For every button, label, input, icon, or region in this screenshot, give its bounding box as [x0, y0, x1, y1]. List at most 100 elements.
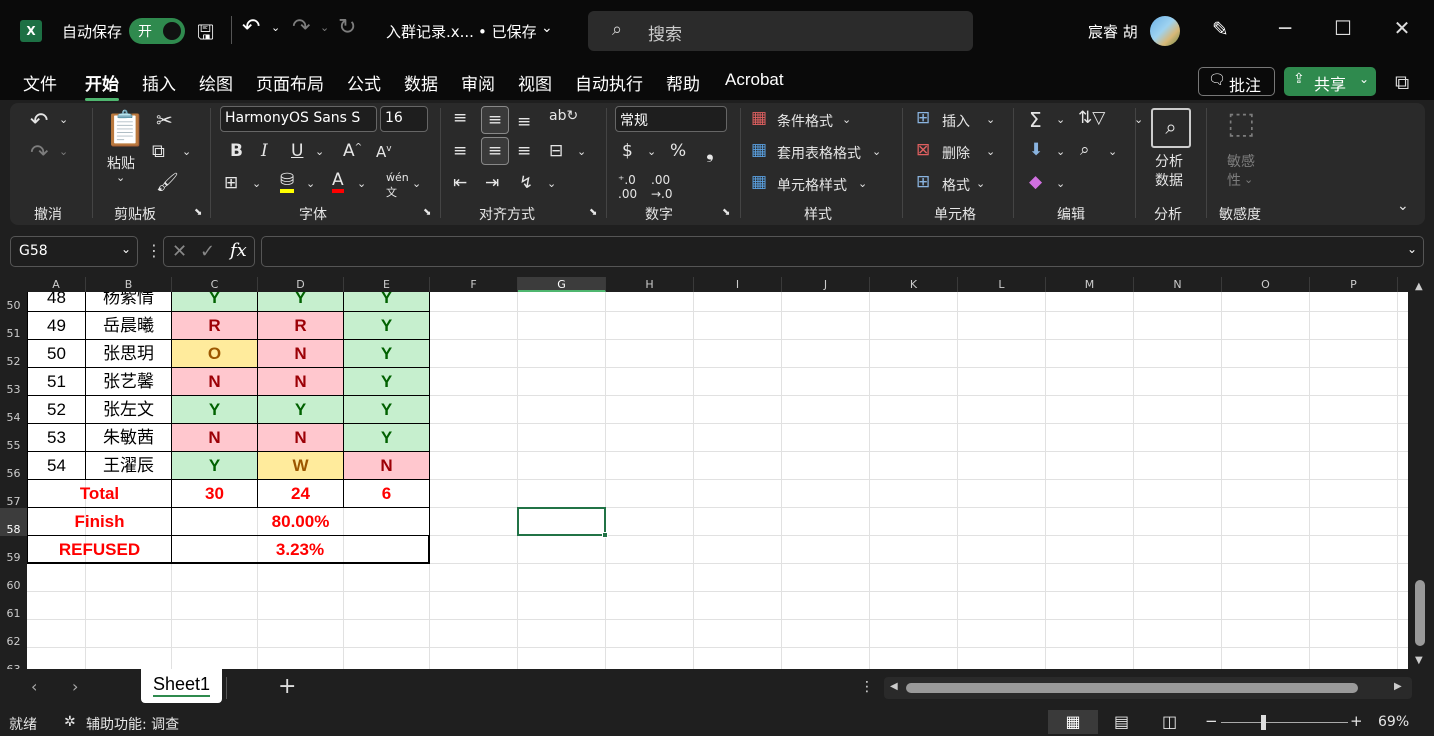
tab-formulas[interactable]: 公式 [347, 70, 381, 95]
tab-draw[interactable]: 绘图 [199, 70, 233, 95]
cell-name[interactable]: 岳晨曦 [86, 312, 172, 340]
designer-icon[interactable]: ✎ [1212, 17, 1229, 41]
cell-number[interactable]: 51 [27, 368, 86, 396]
cell-status-c[interactable]: Y [172, 292, 258, 312]
cell-number[interactable]: 52 [27, 396, 86, 424]
row-header-52[interactable]: 52 [0, 340, 27, 368]
format-painter-icon[interactable]: 🖌 [156, 172, 179, 193]
cell-status-d[interactable]: N [258, 368, 344, 396]
underline-icon[interactable]: U [291, 141, 303, 161]
font-name-select[interactable]: HarmonyOS Sans S [220, 106, 377, 132]
vertical-scrollbar[interactable]: ▲ ▼ [1410, 277, 1430, 669]
cell-status-c[interactable]: N [172, 368, 258, 396]
align-center-icon[interactable]: ≡ [481, 137, 509, 165]
total-d[interactable]: 24 [258, 480, 344, 508]
comments-button[interactable]: 🗨 批注 [1198, 67, 1275, 96]
delete-cells-icon[interactable]: ⊠ [916, 140, 930, 160]
row-header-53[interactable]: 53 [0, 368, 27, 396]
cell-status-d[interactable]: R [258, 312, 344, 340]
zoom-slider-thumb[interactable] [1261, 715, 1266, 730]
align-middle-icon[interactable]: ≡ [481, 106, 509, 134]
align-top-icon[interactable]: ≡ [453, 108, 467, 128]
fill-icon[interactable]: ⬇ [1029, 140, 1043, 160]
column-header-b[interactable]: B [86, 277, 172, 292]
total-c[interactable]: 30 [172, 480, 258, 508]
sensitivity-label-1[interactable]: 敏感 [1227, 151, 1255, 171]
cell-status-d[interactable]: N [258, 424, 344, 452]
sensitivity-icon[interactable]: ⬚ [1227, 106, 1255, 141]
tab-view[interactable]: 视图 [518, 70, 552, 95]
horizontal-scroll-thumb[interactable] [906, 683, 1358, 693]
total-label[interactable]: Total [27, 480, 172, 508]
analyze-data-icon[interactable]: ⌕ [1151, 108, 1191, 148]
insert-cells-label[interactable]: 插入 [942, 111, 970, 131]
horizontal-scrollbar[interactable]: ◀ ▶ [884, 677, 1412, 699]
refused-label[interactable]: REFUSED [27, 536, 172, 564]
row-header-59[interactable]: 59 [0, 536, 27, 564]
cell-number[interactable]: 50 [27, 340, 86, 368]
tab-automate[interactable]: 自动执行 [575, 70, 643, 95]
paste-label[interactable]: 粘贴 [107, 153, 135, 173]
format-table-dropdown-icon[interactable]: ⌄ [872, 145, 881, 158]
cell-status-e[interactable]: Y [344, 424, 430, 452]
percent-icon[interactable]: % [670, 141, 686, 161]
insert-dropdown-icon[interactable]: ⌄ [986, 113, 995, 126]
avatar[interactable] [1150, 16, 1180, 46]
conditional-format-dropdown-icon[interactable]: ⌄ [842, 113, 851, 126]
increase-decimal-icon[interactable]: ⁺.0.00 [618, 173, 637, 201]
column-header-p[interactable]: P [1310, 277, 1398, 292]
merge-dropdown-icon[interactable]: ⌄ [577, 145, 586, 158]
conditional-format-label[interactable]: 条件格式 [777, 111, 833, 131]
row-header-60[interactable]: 60 [0, 564, 27, 592]
borders-dropdown-icon[interactable]: ⌄ [252, 177, 261, 190]
format-dropdown-icon[interactable]: ⌄ [976, 177, 985, 190]
filename-dropdown-icon[interactable]: ⌄ [541, 20, 553, 36]
next-sheet-icon[interactable]: › [72, 677, 78, 696]
column-header-g[interactable]: G [518, 277, 606, 292]
cell-number[interactable]: 48 [27, 292, 86, 312]
cell-status-c[interactable]: Y [172, 396, 258, 424]
copy-dropdown-icon[interactable]: ⌄ [182, 145, 191, 158]
find-select-dropdown-icon[interactable]: ⌄ [1108, 145, 1117, 158]
column-header-l[interactable]: L [958, 277, 1046, 292]
cell-name[interactable]: 张左文 [86, 396, 172, 424]
redo-dropdown-icon[interactable]: ⌄ [320, 21, 329, 34]
tab-page-layout[interactable]: 页面布局 [256, 70, 324, 95]
row-header-58[interactable]: 58 [0, 508, 27, 536]
cell-status-d[interactable]: N [258, 340, 344, 368]
column-header-e[interactable]: E [344, 277, 430, 292]
finish-label[interactable]: Finish [27, 508, 172, 536]
column-header-k[interactable]: K [870, 277, 958, 292]
column-header-m[interactable]: M [1046, 277, 1134, 292]
cell-status-e[interactable]: N [344, 452, 430, 480]
autosum-icon[interactable]: Σ [1029, 108, 1042, 132]
decrease-font-icon[interactable]: Av [376, 143, 392, 161]
alignment-launcher-icon[interactable]: ⬊ [589, 207, 597, 218]
redo-icon[interactable]: ↷ [292, 15, 310, 40]
redo-icon[interactable]: ↷ [30, 141, 48, 166]
cancel-icon[interactable]: ✕ [172, 241, 187, 262]
finish-value[interactable]: 80.00% [172, 508, 430, 536]
row-header-57[interactable]: 57 [0, 480, 27, 508]
cell-name[interactable]: 朱敏茜 [86, 424, 172, 452]
borders-icon[interactable]: ⊞ [224, 173, 238, 193]
refused-value[interactable]: 3.23% [172, 536, 430, 564]
undo-icon[interactable]: ↶ [242, 15, 260, 40]
format-table-label[interactable]: 套用表格格式 [777, 143, 861, 163]
increase-indent-icon[interactable]: ⇥ [485, 173, 499, 193]
search-box[interactable]: ⌕ 搜索 [588, 11, 973, 51]
paste-dropdown-icon[interactable]: ⌄ [116, 171, 125, 184]
formula-input[interactable]: ⌄ [261, 236, 1424, 267]
analyze-data-label-2[interactable]: 数据 [1155, 170, 1183, 190]
sort-filter-icon[interactable]: ⇅▽ [1078, 108, 1105, 128]
column-header-j[interactable]: J [782, 277, 870, 292]
cell-status-c[interactable]: R [172, 312, 258, 340]
user-name[interactable]: 宸睿 胡 [1088, 21, 1138, 42]
align-right-icon[interactable]: ≡ [517, 141, 531, 161]
normal-view-icon[interactable]: ▦ [1048, 710, 1098, 734]
cell-number[interactable]: 49 [27, 312, 86, 340]
currency-icon[interactable]: $ [622, 141, 633, 161]
tab-data[interactable]: 数据 [404, 70, 438, 95]
paste-icon[interactable]: 📋 [104, 109, 146, 149]
clear-dropdown-icon[interactable]: ⌄ [1056, 177, 1065, 190]
